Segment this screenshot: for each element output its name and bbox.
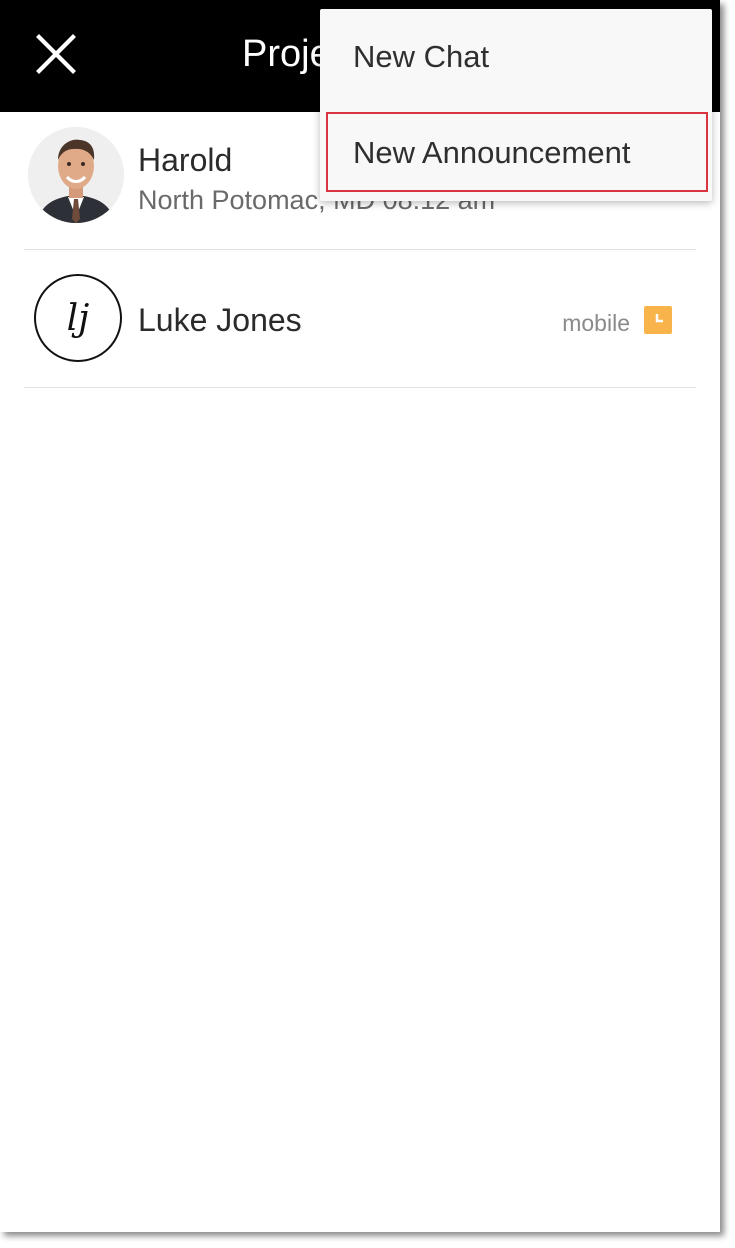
device-label: mobile [562,310,630,336]
avatar [28,127,124,223]
profile-photo-icon [28,127,124,223]
contact-row-luke-jones[interactable]: lj Luke Jones mobile [24,250,696,388]
clock-hand-icon [655,314,663,323]
menu-item-new-announcement[interactable]: New Announcement [320,105,712,201]
close-button[interactable] [26,24,86,84]
page-title: Proje [242,33,331,75]
app-screen: Proje Harold North Potomac, MD 08:12 am … [0,0,720,1232]
contact-name: Harold [138,142,233,178]
close-icon [36,34,76,74]
status-clock-icon [644,306,672,334]
avatar: lj [34,274,122,362]
overflow-menu: New Chat New Announcement [320,9,712,201]
contact-name: Luke Jones [138,302,302,338]
menu-item-new-chat[interactable]: New Chat [320,9,712,105]
